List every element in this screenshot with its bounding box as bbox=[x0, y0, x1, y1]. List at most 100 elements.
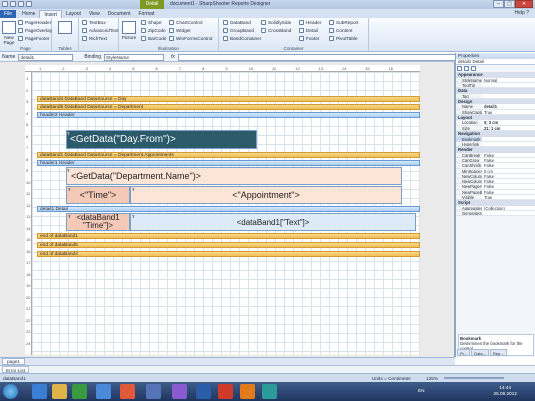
designer-icon[interactable] bbox=[262, 384, 277, 399]
expression-field[interactable] bbox=[177, 53, 458, 61]
zoom-slider[interactable] bbox=[444, 377, 504, 379]
field-time-header[interactable]: <"Time"> bbox=[66, 186, 130, 204]
tab-view[interactable]: View bbox=[85, 10, 104, 18]
start-button-icon[interactable] bbox=[3, 384, 18, 399]
categorized-icon[interactable] bbox=[457, 66, 462, 71]
field-day-from[interactable]: <GetData("Day.From")> bbox=[66, 130, 257, 149]
advancedtext-button[interactable]: AdvancedText bbox=[82, 27, 118, 34]
ruler-tick: 14 bbox=[26, 225, 31, 231]
tab-report[interactable]: Rep... bbox=[489, 349, 507, 356]
fx-button[interactable]: fx bbox=[171, 54, 175, 60]
ruler-tick: 10 bbox=[26, 179, 31, 185]
content-button[interactable]: Content bbox=[329, 27, 352, 34]
prop-row[interactable]: GenerateScri bbox=[456, 211, 535, 217]
chartcontrol-button[interactable]: ChartControl bbox=[169, 19, 203, 26]
tab-home[interactable]: Home bbox=[18, 10, 39, 18]
binding-field[interactable]: StyleName bbox=[104, 53, 165, 61]
illustration-group: Picture Shape ZipCode BarCode ChartContr… bbox=[119, 18, 219, 52]
band-end-databand4[interactable]: end of dataBand4 bbox=[37, 251, 420, 257]
field-databand1-text[interactable]: <dataBand1["Text"]> bbox=[130, 213, 416, 231]
ruler-tick: 15 bbox=[26, 237, 31, 242]
ruler-tick: 6 bbox=[155, 66, 158, 71]
databand-button[interactable]: DataBand bbox=[223, 19, 251, 26]
maximize-button[interactable]: ▢ bbox=[504, 0, 515, 8]
widget-button[interactable]: Widget bbox=[169, 27, 191, 34]
band-databand1[interactable]: dataBand1 DataBand DataSource = Departme… bbox=[37, 152, 420, 158]
field-appointment-header[interactable]: <"Appointment"> bbox=[130, 186, 402, 204]
undo-icon[interactable] bbox=[18, 1, 24, 7]
tab-insert[interactable]: Insert bbox=[39, 10, 62, 18]
ruler-tick: 9 bbox=[26, 168, 29, 173]
band-end-databand1[interactable]: end of dataBand1 bbox=[37, 233, 420, 239]
band-detail1[interactable]: detail1 Detail bbox=[37, 206, 420, 212]
explorer-icon[interactable] bbox=[52, 384, 67, 399]
app-icon[interactable] bbox=[120, 384, 135, 399]
pdf-icon[interactable] bbox=[218, 384, 233, 399]
band-header2[interactable]: header2 Header bbox=[37, 112, 420, 118]
pageheader-button[interactable]: PageHeader bbox=[18, 19, 51, 26]
pagefooter-button[interactable]: PageFooter bbox=[18, 35, 50, 42]
picture-label: Picture bbox=[121, 35, 137, 40]
page-footer-icon bbox=[18, 36, 23, 41]
footer-button[interactable]: Footer bbox=[299, 35, 320, 42]
name-field[interactable]: detail1 bbox=[18, 53, 74, 61]
pageoverlay-button[interactable]: PageOverlay bbox=[18, 27, 52, 34]
ie-icon[interactable] bbox=[32, 384, 47, 399]
error-list-tab[interactable]: Error List bbox=[2, 366, 30, 373]
app-icon[interactable] bbox=[240, 384, 255, 399]
save-icon[interactable] bbox=[10, 1, 16, 7]
app-icon[interactable] bbox=[146, 384, 161, 399]
band-header1[interactable]: header1 Header bbox=[37, 160, 420, 166]
winformscontrol-button[interactable]: WinFormsControl bbox=[169, 35, 212, 42]
tab-document[interactable]: Document bbox=[104, 10, 135, 18]
page-tab[interactable]: page1 bbox=[2, 358, 26, 365]
tab-layout[interactable]: Layout bbox=[62, 10, 85, 18]
redo-icon[interactable] bbox=[26, 1, 32, 7]
tab-file[interactable]: File bbox=[0, 10, 17, 18]
barcode-button[interactable]: BarCode bbox=[141, 35, 167, 42]
alphabetical-icon[interactable] bbox=[464, 66, 469, 71]
subreport-button[interactable]: SubReport bbox=[329, 19, 358, 26]
help-button[interactable]: Help ? bbox=[515, 10, 529, 16]
container-group-label: Container bbox=[283, 46, 304, 51]
property-pages-icon[interactable] bbox=[471, 66, 476, 71]
bandcontainer-button[interactable]: BandContainer bbox=[223, 35, 261, 42]
tab-data[interactable]: Data... bbox=[471, 349, 489, 356]
picture-icon[interactable] bbox=[122, 21, 136, 34]
shape-button[interactable]: Shape bbox=[141, 19, 162, 26]
ruler-tick: 12 bbox=[26, 202, 31, 208]
field-databand1-time[interactable]: <dataBand1 "Time"]> bbox=[66, 213, 130, 231]
tab-properties[interactable]: Pr... bbox=[457, 349, 471, 356]
language-indicator[interactable]: EN bbox=[418, 388, 425, 393]
richtext-button[interactable]: RichText bbox=[82, 35, 107, 42]
header-button[interactable]: Header bbox=[299, 19, 321, 26]
crossband-button[interactable]: CrossBand bbox=[261, 27, 291, 34]
close-button[interactable]: ✕ bbox=[515, 0, 533, 8]
band-end-databand5[interactable]: end of dataBand5 bbox=[37, 242, 420, 248]
taskbar: EN 14:44 25.09.2012 bbox=[0, 382, 535, 401]
app-icon[interactable] bbox=[2, 1, 8, 7]
media-icon[interactable] bbox=[72, 384, 87, 399]
page-group: New Page PageHeader PageOverlay PageFoot… bbox=[0, 18, 52, 52]
solidlyside-button[interactable]: SolidlySide bbox=[261, 19, 291, 26]
ruler-tick: 2 bbox=[62, 66, 65, 71]
word-icon[interactable] bbox=[196, 384, 211, 399]
detail-button[interactable]: Detail bbox=[299, 27, 318, 34]
field-department-name[interactable]: <GetData("Department.Name")> bbox=[66, 167, 402, 185]
ruler-tick: 17 bbox=[26, 260, 31, 265]
minimize-button[interactable]: – bbox=[493, 0, 504, 8]
textbox-icon bbox=[82, 20, 87, 25]
textbox-button[interactable]: TextBox bbox=[82, 19, 106, 26]
band-databand4[interactable]: dataBand4 DataBand DataSource = Day bbox=[37, 96, 420, 102]
clock[interactable]: 14:44 25.09.2012 bbox=[494, 385, 517, 397]
groupband-button[interactable]: GroupBand bbox=[223, 27, 254, 34]
zipcode-button[interactable]: ZipCode bbox=[141, 27, 166, 34]
page-header-icon bbox=[18, 20, 23, 25]
table-icon[interactable] bbox=[58, 21, 72, 34]
app-icon[interactable] bbox=[172, 384, 187, 399]
new-page-icon[interactable] bbox=[2, 21, 16, 34]
band-databand5[interactable]: dataBand5 DataBand DataSource = Departme… bbox=[37, 104, 420, 110]
tab-format[interactable]: Format bbox=[134, 10, 158, 18]
pivottable-button[interactable]: PivotTable bbox=[329, 35, 358, 42]
app-icon[interactable] bbox=[96, 384, 111, 399]
